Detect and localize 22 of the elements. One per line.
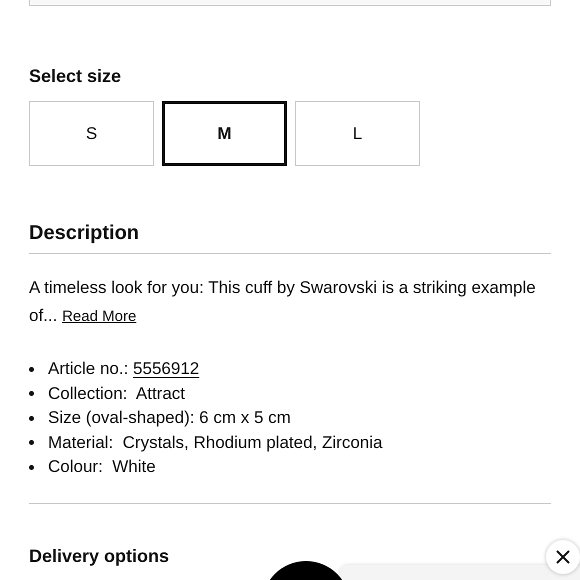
detail-text: Material: Crystals, Rhodium plated, Zirconia: [48, 432, 382, 453]
bullet-icon: [29, 464, 34, 470]
close-button[interactable]: [546, 540, 580, 574]
size-option[interactable]: M: [162, 101, 287, 166]
detail-text: Size (oval-shaped): 6 cm x 5 cm: [48, 408, 291, 428]
dropdown-field[interactable]: [29, 0, 551, 6]
bullet-icon: [29, 416, 34, 421]
detail-text: Collection: Attract: [48, 384, 186, 404]
size-option[interactable]: L: [295, 101, 420, 166]
article-number-link[interactable]: 5556912: [133, 359, 200, 380]
close-icon: [555, 549, 571, 565]
section-heading: Delivery options: [29, 546, 170, 566]
bullet-icon: [29, 391, 34, 396]
size-option[interactable]: S: [29, 101, 154, 166]
section-heading: Description: [29, 222, 140, 245]
bullet-icon: [29, 440, 34, 446]
description-text: A timeless look for you: This cuff by Swarovski is a striking example of... Read More: [29, 277, 537, 327]
read-more-link[interactable]: Read More: [62, 308, 136, 325]
bullet-icon: [29, 366, 34, 372]
section-heading: Select size: [29, 66, 122, 87]
detail-text: Colour: White: [48, 457, 156, 478]
detail-label: Article no.:: [48, 359, 130, 380]
